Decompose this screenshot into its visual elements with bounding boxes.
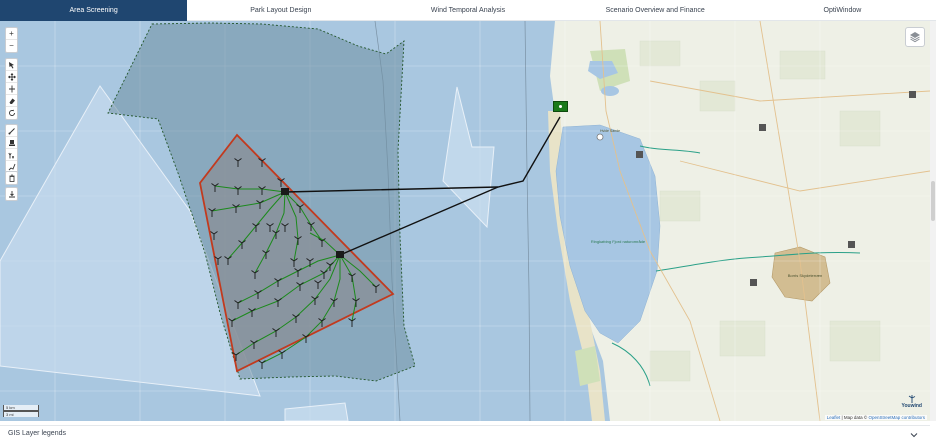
cut-icon[interactable] <box>6 83 17 95</box>
scale-imperial: 3 mi <box>3 411 39 417</box>
add-turbine-icon[interactable] <box>6 149 17 161</box>
edit-toolbar <box>5 58 18 120</box>
osm-link[interactable]: OpenStreetMap contributors <box>868 415 925 420</box>
map-attribution: Leaflet | Map data © OpenStreetMap contr… <box>824 415 927 420</box>
screening-zone-east <box>442 86 495 229</box>
site-dot-icon <box>559 105 562 108</box>
tab-area-screening[interactable]: Area Screening <box>0 0 188 21</box>
erase-icon[interactable] <box>6 95 17 107</box>
map-layers <box>0 21 930 421</box>
tab-wind-temporal-analysis[interactable]: Wind Temporal Analysis <box>374 0 561 21</box>
draw-line-icon[interactable] <box>6 125 17 137</box>
zoom-control: + − <box>5 27 18 53</box>
brand-name: Youwind <box>901 403 922 409</box>
map-canvas[interactable]: Borris Skydeterræn Ringkøbing Fjord natu… <box>0 21 930 421</box>
landfall-site-marker[interactable] <box>553 101 568 112</box>
turbine-logo-icon <box>908 395 915 403</box>
chevron-down-icon[interactable] <box>910 425 918 441</box>
attribution-separator: | Map data © <box>840 415 869 420</box>
layers-button[interactable] <box>905 27 925 47</box>
delete-icon[interactable] <box>6 172 17 184</box>
edit-vertex-icon[interactable] <box>6 59 17 71</box>
substation-icon[interactable] <box>6 137 17 149</box>
leaflet-link[interactable]: Leaflet <box>827 415 841 420</box>
tab-scenario-overview-finance[interactable]: Scenario Overview and Finance <box>562 0 749 21</box>
design-toolbar <box>5 124 18 174</box>
layers-icon <box>910 32 920 43</box>
nature-park-label: Ringkøbing Fjord naturområde <box>590 239 646 244</box>
lake-small <box>601 86 619 96</box>
screening-zone-south <box>284 402 349 421</box>
download-toolbar <box>5 187 18 201</box>
delete-toolbar <box>5 171 18 185</box>
download-icon[interactable] <box>6 188 17 200</box>
tab-optiwindow[interactable]: OptiWindow <box>749 0 936 21</box>
heath-label: Borris Skydeterræn <box>787 273 823 278</box>
legend-panel-title: GIS Layer legends <box>8 430 66 437</box>
town-label: Hvide Sande <box>599 129 621 133</box>
zoom-in-button[interactable]: + <box>6 28 17 40</box>
gis-layer-legends-panel[interactable]: GIS Layer legends <box>0 425 930 441</box>
zoom-out-button[interactable]: − <box>6 40 17 52</box>
page-scrollbar[interactable] <box>930 21 936 421</box>
main-tab-bar: Area Screening Park Layout Design Wind T… <box>0 0 936 21</box>
scrollbar-thumb[interactable] <box>931 181 935 221</box>
tab-park-layout-design[interactable]: Park Layout Design <box>187 0 374 21</box>
youwind-logo: Youwind <box>902 395 922 409</box>
scale-bar: 5 km 3 mi <box>3 405 39 417</box>
rotate-icon[interactable] <box>6 107 17 119</box>
move-icon[interactable] <box>6 71 17 83</box>
